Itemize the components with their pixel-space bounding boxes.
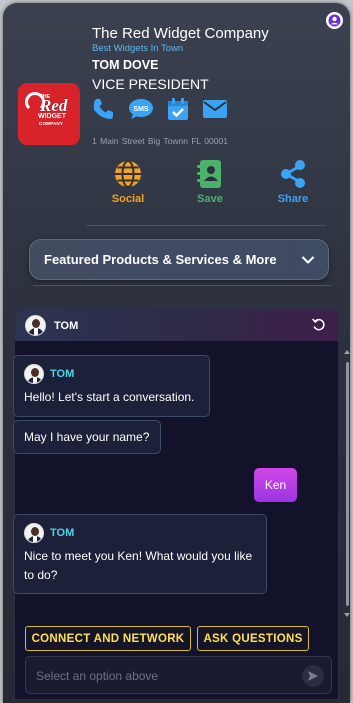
message-text: Ken [264,478,287,492]
message-text: May I have your name? [24,430,150,444]
message-text: Nice to meet you Ken! What would you lik… [24,549,253,582]
send-icon [308,671,318,681]
chat-input[interactable] [36,666,286,686]
social-button[interactable]: Social [98,159,158,205]
company-name: The Red Widget Company [92,25,269,42]
contact-icons: SMS [91,97,228,121]
send-button[interactable] [302,665,324,687]
chat-input-box [25,656,332,694]
email-icon[interactable] [202,98,228,120]
phone-icon[interactable] [91,97,115,121]
message-text: Hello! Let's start a conversation. [24,390,195,404]
agent-avatar [25,315,46,336]
share-button[interactable]: Share [263,159,323,205]
agent-name: TOM [54,320,79,332]
profile-icon[interactable] [326,12,343,29]
featured-products-dropdown[interactable]: Featured Products & Services & More [29,239,329,280]
scroll-up-arrow[interactable] [344,350,350,354]
chat-scrollbar[interactable] [346,362,349,606]
contact-book-icon [197,160,221,188]
chat-header: TOM [15,309,338,341]
save-button[interactable]: Save [180,159,240,205]
sms-icon[interactable]: SMS [128,97,154,121]
share-icon [281,160,305,188]
person-name: TOM DOVE [92,58,159,72]
company-logo: THE Red WIDGET COMPANY [18,83,80,145]
company-tagline: Best Widgets In Town [92,43,184,54]
divider [33,285,331,286]
message-sender: TOM [50,526,75,539]
scroll-down-arrow[interactable] [344,613,350,617]
message-sender: TOM [50,367,75,380]
chat-message: TOM Nice to meet you Ken! What would you… [13,514,267,594]
chevron-down-icon [302,256,314,264]
chat-message: TOM Hello! Let's start a conversation. [13,355,210,417]
person-title: VICE PRESIDENT [92,76,209,92]
featured-label: Featured Products & Services & More [44,252,277,267]
agent-avatar [24,523,44,543]
calendar-icon[interactable] [167,97,189,121]
address: 1 Main Street Big Townn FL 00001 [92,136,228,146]
connect-and-network-button[interactable]: CONNECT AND NETWORK [25,626,191,651]
agent-avatar [24,364,44,384]
ask-questions-button[interactable]: ASK QUESTIONS [197,626,309,651]
user-message: Ken [254,468,297,502]
svg-text:SMS: SMS [133,106,149,113]
refresh-icon[interactable] [312,318,326,332]
globe-icon [115,160,141,188]
chat-message: May I have your name? [13,420,161,454]
divider [86,225,326,226]
